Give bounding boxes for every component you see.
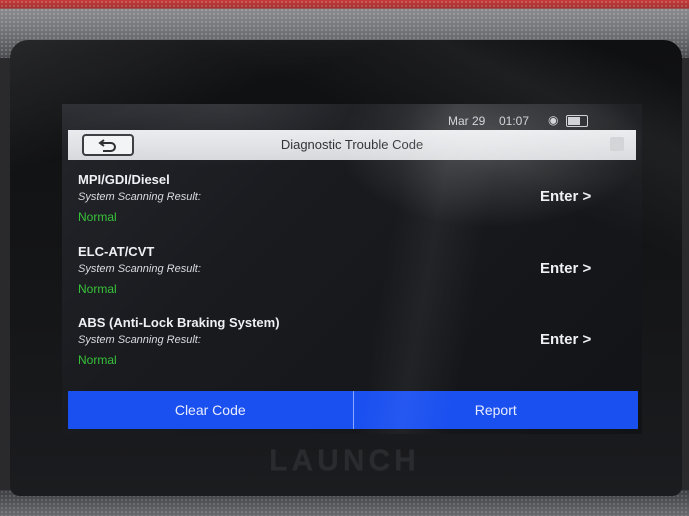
menu-icon[interactable]: [610, 137, 624, 151]
enter-button[interactable]: Enter >: [540, 188, 591, 205]
status-icons: ◉: [548, 113, 588, 127]
device-brand-logo: LAUNCH: [269, 444, 420, 477]
system-name: ABS (Anti-Lock Braking System): [78, 315, 280, 330]
status-bar: Mar 29 01:07 ◉: [62, 110, 642, 130]
system-status: Normal: [78, 210, 117, 224]
device-screen: Mar 29 01:07 ◉ Diagnostic Trouble Code M…: [62, 104, 642, 434]
battery-icon: [565, 114, 588, 127]
wifi-icon: ◉: [548, 113, 559, 127]
enter-button[interactable]: Enter >: [540, 331, 591, 348]
system-result-label: System Scanning Result:: [78, 263, 201, 275]
system-result-label: System Scanning Result:: [78, 334, 201, 346]
system-row-elc-at-cvt[interactable]: ELC-AT/CVT System Scanning Result: Norma…: [62, 236, 642, 306]
title-bar: Diagnostic Trouble Code: [68, 130, 636, 160]
status-date: Mar 29: [448, 114, 486, 128]
clear-code-button[interactable]: Clear Code: [68, 391, 353, 429]
system-result-label: System Scanning Result:: [78, 191, 201, 203]
system-row-mpi-gdi-diesel[interactable]: MPI/GDI/Diesel System Scanning Result: N…: [62, 164, 642, 234]
system-row-abs[interactable]: ABS (Anti-Lock Braking System) System Sc…: [62, 307, 642, 377]
system-name: MPI/GDI/Diesel: [78, 172, 170, 187]
page-title: Diagnostic Trouble Code: [280, 137, 424, 152]
status-time: 01:07: [499, 114, 530, 128]
system-status: Normal: [78, 353, 117, 367]
system-name: ELC-AT/CVT: [78, 244, 155, 259]
system-status: Normal: [78, 282, 117, 296]
report-button[interactable]: Report: [352, 391, 639, 429]
enter-button[interactable]: Enter >: [540, 260, 591, 277]
action-bar: Clear Code Report: [68, 391, 638, 429]
